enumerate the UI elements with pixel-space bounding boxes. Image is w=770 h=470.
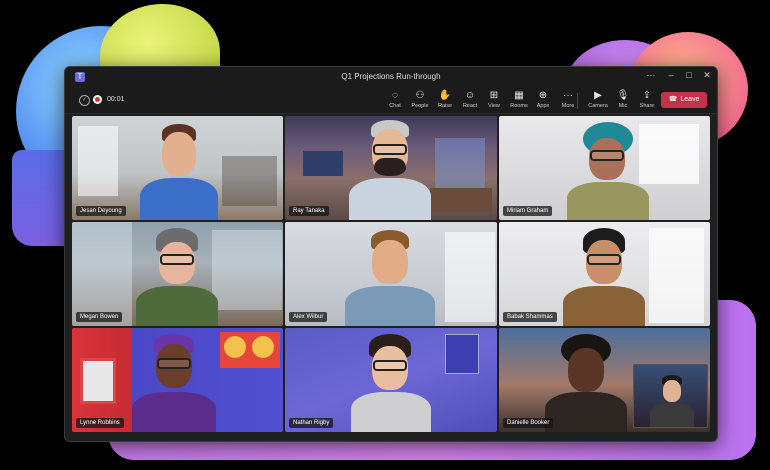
share-button[interactable]: ⇪ Share [634, 90, 660, 112]
meeting-window: T Q1 Projections Run-through ··· – □ ✕ ✓… [64, 66, 718, 442]
participant-avatar [557, 228, 652, 326]
background-blob-blue-tail [12, 150, 72, 246]
participant-name: Miriam Graham [503, 206, 553, 216]
self-view-pip[interactable] [633, 364, 708, 428]
participant-name: Jesan Deyoung [76, 206, 126, 216]
participant-name: Ray Tanaka [289, 206, 329, 216]
meeting-toolbar: ✓ 00:01 ◌ Chat ⚇ People ✋ Raise ☺ React … [65, 87, 717, 114]
shield-icon: ✓ [79, 95, 90, 106]
participant-tile[interactable]: Babak Shammas [499, 222, 710, 326]
participant-name: Lynne Robbins [76, 418, 124, 428]
view-icon: ⊞ [489, 90, 499, 101]
participant-tile[interactable]: Miriam Graham [499, 116, 710, 220]
mic-icon: 🎙 [616, 90, 630, 101]
people-button[interactable]: ⚇ People [407, 90, 433, 112]
raise-hand-button[interactable]: ✋ Raise [432, 90, 458, 112]
participant-tile[interactable]: Jesan Deyoung [72, 116, 283, 220]
rooms-icon: ▦ [514, 90, 524, 101]
minimize-icon[interactable]: – [663, 70, 679, 80]
camera-button[interactable]: ▶ Camera [585, 90, 611, 112]
maximize-icon[interactable]: □ [681, 70, 697, 80]
close-icon[interactable]: ✕ [699, 70, 715, 81]
mic-button[interactable]: 🎙 Mic [610, 90, 636, 112]
participant-name: Megan Bowen [76, 312, 123, 322]
participant-avatar [130, 228, 225, 326]
camera-icon: ▶ [594, 90, 602, 101]
window-more-icon[interactable]: ··· [643, 70, 659, 80]
participant-name: Alex Wilbur [289, 312, 328, 322]
doorway-decor [222, 156, 277, 206]
window-decor [649, 228, 704, 323]
recording-icon [93, 95, 102, 104]
react-button[interactable]: ☺ React [457, 90, 483, 112]
view-button[interactable]: ⊞ View [481, 90, 507, 112]
react-icon: ☺ [464, 90, 476, 101]
rooms-button[interactable]: ▦ Rooms [506, 90, 532, 112]
participant-avatar [132, 124, 227, 220]
raise-hand-icon: ✋ [438, 90, 452, 101]
lamp-decor [224, 336, 246, 358]
window-decor [78, 126, 118, 196]
meeting-title: Q1 Projections Run-through [341, 72, 441, 81]
tv-decor [303, 151, 343, 176]
apps-icon: ⊕ [538, 90, 548, 101]
participant-avatar [124, 334, 224, 432]
participant-avatar [343, 334, 438, 432]
chat-button[interactable]: ◌ Chat [382, 90, 408, 112]
participant-tile[interactable]: Nathan Rigby [285, 328, 497, 432]
chat-icon: ◌ [392, 90, 398, 101]
participant-avatar [335, 230, 445, 326]
window-decor [445, 232, 495, 322]
couch-decor [430, 188, 492, 212]
poster-decor [445, 334, 479, 374]
wall-art-decor [80, 358, 116, 404]
window-decor [72, 222, 132, 326]
participant-name: Nathan Rigby [289, 418, 334, 428]
title-bar: T Q1 Projections Run-through ··· – □ ✕ [65, 67, 717, 87]
video-grid: Jesan Deyoung Ray Tanaka Miriam Graham M… [72, 116, 711, 432]
participant-avatar [343, 120, 438, 220]
participant-tile[interactable]: Lynne Robbins [72, 328, 283, 432]
participant-tile[interactable]: Danielle Booker [499, 328, 710, 432]
participant-tile[interactable]: Megan Bowen [72, 222, 283, 326]
people-icon: ⚇ [415, 90, 425, 101]
apps-button[interactable]: ⊕ Apps [530, 90, 556, 112]
participant-tile[interactable]: Alex Wilbur [285, 222, 497, 326]
share-icon: ⇪ [642, 90, 652, 101]
participant-avatar [561, 122, 656, 220]
participant-name: Danielle Booker [503, 418, 554, 428]
participant-name: Babak Shammas [503, 312, 557, 322]
participant-avatar [539, 334, 634, 432]
participant-tile[interactable]: Ray Tanaka [285, 116, 497, 220]
leave-button[interactable]: ☎ Leave [661, 92, 707, 108]
phone-hangup-icon: ☎ [668, 96, 678, 103]
toolbar-divider [577, 93, 578, 109]
meeting-timer: 00:01 [107, 96, 125, 103]
lamp-decor [252, 336, 274, 358]
window-decor [435, 138, 485, 188]
